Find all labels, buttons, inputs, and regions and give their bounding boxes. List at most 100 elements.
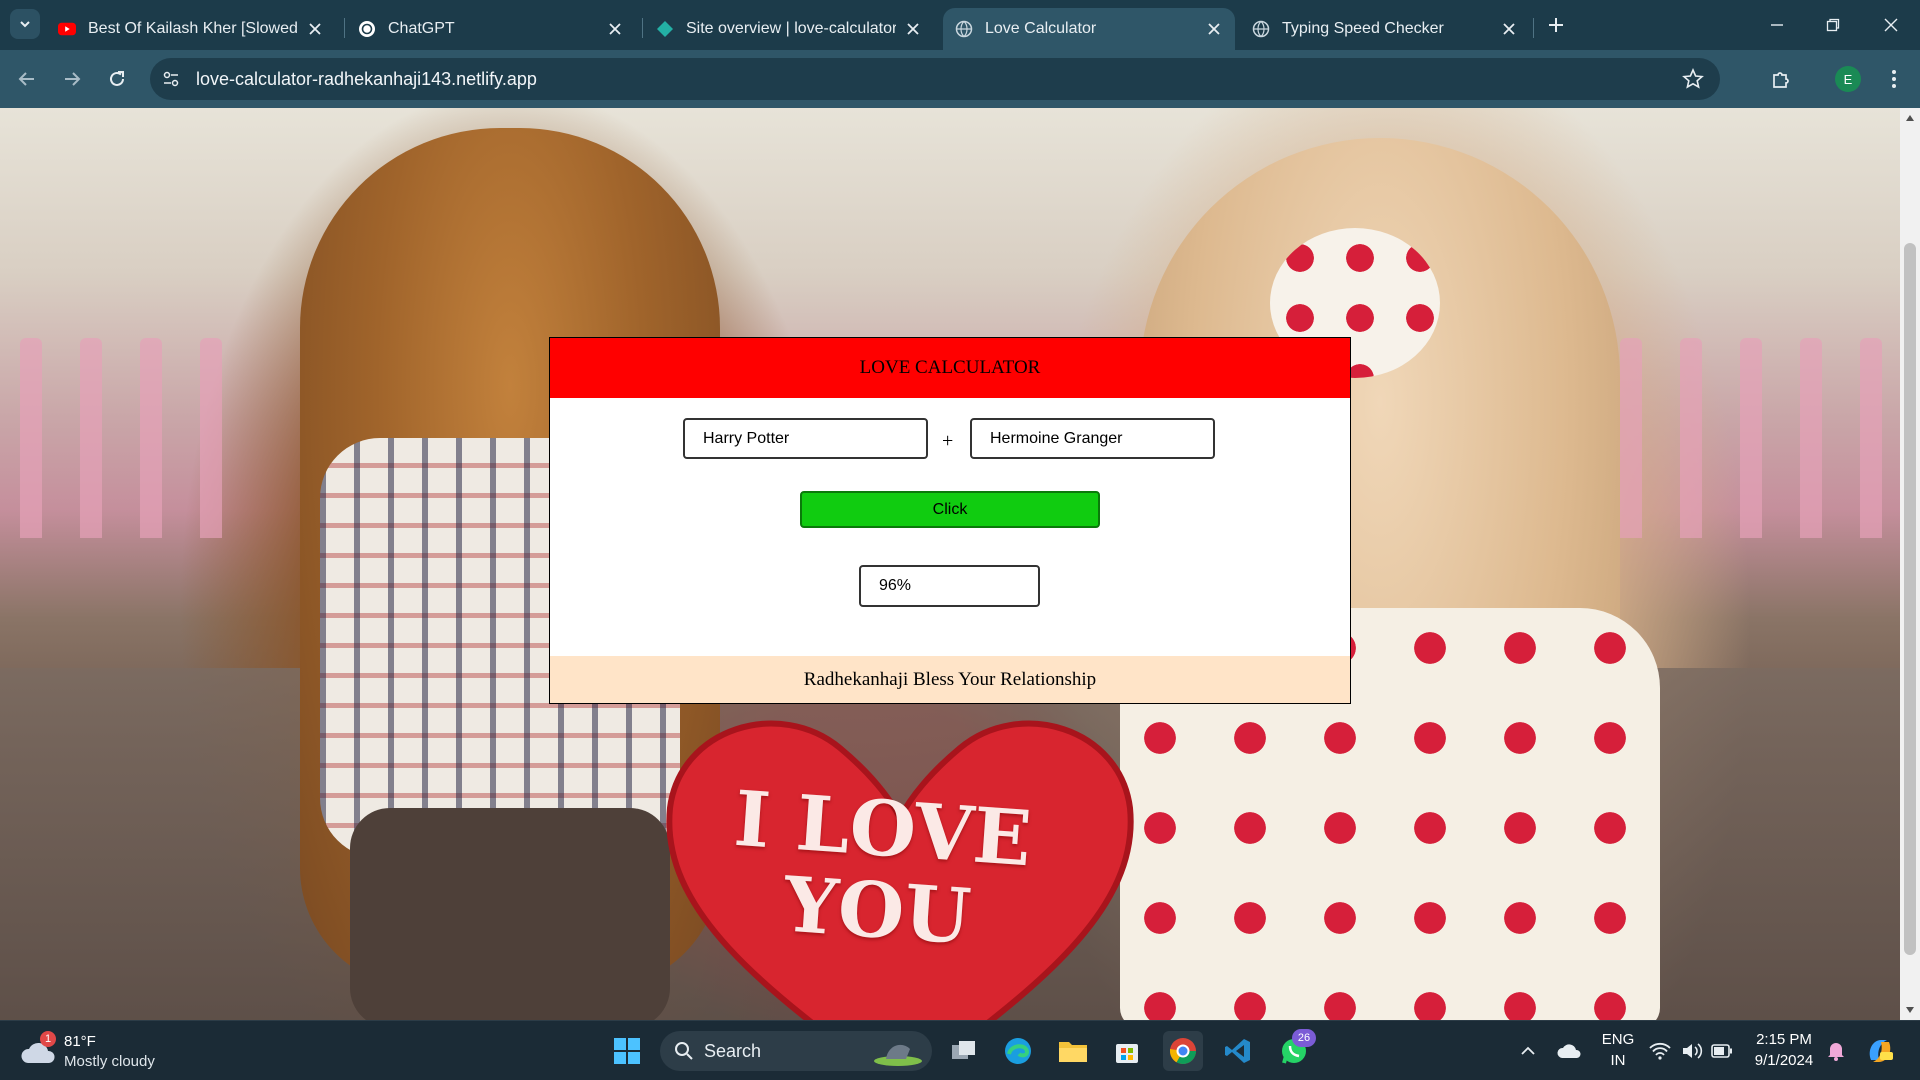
vscode-icon <box>1225 1039 1250 1063</box>
chevron-up-icon <box>1521 1046 1535 1055</box>
windows-taskbar: 1 81°F Mostly cloudy Search 26 ENG IN 2:… <box>0 1020 1920 1080</box>
store-icon <box>1116 1044 1138 1063</box>
tab-chatgpt[interactable]: ChatGPT <box>346 8 636 50</box>
tab-youtube[interactable]: Best Of Kailash Kher [Slowed + <box>46 8 336 50</box>
more-vertical-icon <box>1892 70 1896 88</box>
chrome-button[interactable] <box>1163 1031 1203 1071</box>
result-field[interactable]: 96% <box>859 565 1040 607</box>
fence-post <box>200 338 222 538</box>
clock-date: 9/1/2024 <box>1754 1052 1814 1069</box>
scroll-up-arrow[interactable] <box>1900 108 1920 128</box>
weather-temperature: 81°F <box>64 1033 96 1050</box>
volume-icon <box>1683 1043 1703 1059</box>
fence-post <box>1800 338 1822 538</box>
page-scrollbar[interactable] <box>1900 108 1920 1020</box>
tab-strip: Best Of Kailash Kher [Slowed + ChatGPT S… <box>0 0 1920 50</box>
card-footer: Radhekanhaji Bless Your Relationship <box>550 656 1350 703</box>
minimize-icon <box>1771 24 1783 26</box>
extensions-button[interactable] <box>1766 64 1796 94</box>
close-tab-icon[interactable] <box>1205 20 1223 38</box>
volume-button[interactable] <box>1676 1031 1708 1071</box>
reload-icon <box>110 71 124 86</box>
chevron-down-icon <box>20 21 30 28</box>
close-tab-icon[interactable] <box>306 20 324 38</box>
task-view-icon <box>952 1041 975 1059</box>
arrow-right-icon <box>65 72 81 86</box>
region-text: IN <box>1610 1052 1626 1069</box>
tab-title: Best Of Kailash Kher [Slowed + <box>88 20 298 37</box>
task-view-button[interactable] <box>944 1031 984 1071</box>
scroll-thumb[interactable] <box>1904 243 1916 955</box>
fence-post <box>1620 338 1642 538</box>
globe-icon <box>1252 20 1270 38</box>
onedrive-icon <box>1557 1044 1581 1058</box>
bookmark-star-icon[interactable] <box>1682 67 1704 90</box>
weather-widget[interactable]: 1 81°F Mostly cloudy <box>20 1029 180 1073</box>
calculate-button[interactable]: Click <box>800 491 1100 528</box>
tab-separator <box>642 18 643 38</box>
second-name-input[interactable] <box>970 418 1215 459</box>
close-window-button[interactable] <box>1876 10 1906 40</box>
minimize-button[interactable] <box>1762 10 1792 40</box>
heart-lettering: I LOVE YOU <box>731 773 1035 962</box>
tab-title: ChatGPT <box>388 20 455 37</box>
tab-title: Site overview | love-calculator-r <box>686 20 896 37</box>
tab-separator <box>1533 18 1534 38</box>
fence-post <box>1860 338 1882 538</box>
vscode-button[interactable] <box>1218 1031 1258 1071</box>
start-button[interactable] <box>607 1031 647 1071</box>
address-bar[interactable]: love-calculator-radhekanhaji143.netlify.… <box>150 58 1720 100</box>
copilot-button[interactable] <box>1860 1031 1900 1071</box>
clock-time: 2:15 PM <box>1756 1031 1812 1048</box>
show-hidden-icons-button[interactable] <box>1508 1031 1548 1071</box>
bell-icon <box>1828 1043 1844 1061</box>
scroll-down-arrow[interactable] <box>1900 1000 1920 1020</box>
folder-icon <box>1059 1042 1087 1062</box>
close-tab-icon[interactable] <box>904 20 922 38</box>
file-explorer-button[interactable] <box>1053 1031 1093 1071</box>
weather-condition: Mostly cloudy <box>64 1053 155 1070</box>
puzzle-icon <box>1773 72 1789 88</box>
notifications-button[interactable] <box>1820 1031 1852 1071</box>
tab-search-button[interactable] <box>10 9 40 39</box>
forward-button[interactable] <box>57 64 87 94</box>
browser-toolbar: love-calculator-radhekanhaji143.netlify.… <box>0 50 1920 108</box>
profile-avatar[interactable]: E <box>1835 66 1861 92</box>
tab-typing-speed[interactable]: Typing Speed Checker <box>1240 8 1530 50</box>
tab-love-calculator[interactable]: Love Calculator <box>943 8 1235 50</box>
language-text: ENG <box>1601 1031 1635 1048</box>
windows-logo-icon <box>614 1038 640 1064</box>
triangle-up-icon <box>1906 115 1914 121</box>
battery-button[interactable] <box>1706 1031 1738 1071</box>
chrome-icon <box>1169 1038 1197 1065</box>
new-tab-button[interactable] <box>1543 12 1569 38</box>
edge-button[interactable] <box>998 1031 1038 1071</box>
fence-post <box>1740 338 1762 538</box>
triangle-down-icon <box>1906 1007 1914 1013</box>
close-tab-icon[interactable] <box>606 20 624 38</box>
close-tab-icon[interactable] <box>1500 20 1518 38</box>
first-name-input[interactable] <box>683 418 928 459</box>
store-button[interactable] <box>1107 1031 1147 1071</box>
back-button[interactable] <box>12 64 42 94</box>
arrow-left-icon <box>18 72 34 86</box>
fence-post <box>140 338 162 538</box>
reload-button[interactable] <box>102 64 132 94</box>
whatsapp-badge: 26 <box>1292 1029 1316 1047</box>
close-icon <box>1884 18 1898 32</box>
wifi-button[interactable] <box>1644 1031 1676 1071</box>
bear-pants <box>350 808 670 1020</box>
onedrive-button[interactable] <box>1549 1031 1589 1071</box>
fence-post <box>80 338 102 538</box>
url-text[interactable]: love-calculator-radhekanhaji143.netlify.… <box>196 69 537 90</box>
taskbar-search[interactable]: Search <box>660 1031 932 1071</box>
copilot-icon <box>1869 1040 1893 1062</box>
tab-netlify[interactable]: Site overview | love-calculator-r <box>644 8 934 50</box>
globe-icon <box>955 20 973 38</box>
edge-icon <box>1005 1038 1031 1064</box>
chatgpt-icon <box>358 20 376 38</box>
site-info-icon[interactable] <box>160 68 182 90</box>
restore-button[interactable] <box>1818 10 1848 40</box>
search-label: Search <box>704 1041 762 1061</box>
browser-menu-button[interactable] <box>1879 64 1909 94</box>
